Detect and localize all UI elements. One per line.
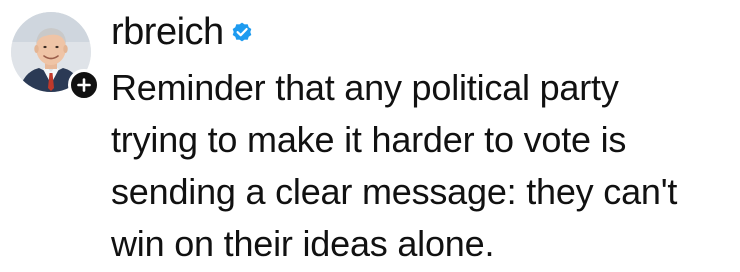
post-text-line: Reminder that any political party <box>111 67 619 108</box>
post-text-line: win on their ideas alone. <box>111 223 495 264</box>
post-header: rbreich <box>111 2 254 62</box>
post-text-line: sending a clear message: they can't <box>111 171 678 212</box>
verified-badge-icon <box>232 22 251 42</box>
post-text: Reminder that any political party trying… <box>111 62 731 270</box>
plus-icon <box>77 78 91 92</box>
avatar-container <box>11 12 100 101</box>
username[interactable]: rbreich <box>111 11 224 54</box>
follow-button[interactable] <box>68 69 100 101</box>
post-text-line: trying to make it harder to vote is <box>111 119 627 160</box>
post: rbreich Reminder that any political part… <box>0 0 740 272</box>
